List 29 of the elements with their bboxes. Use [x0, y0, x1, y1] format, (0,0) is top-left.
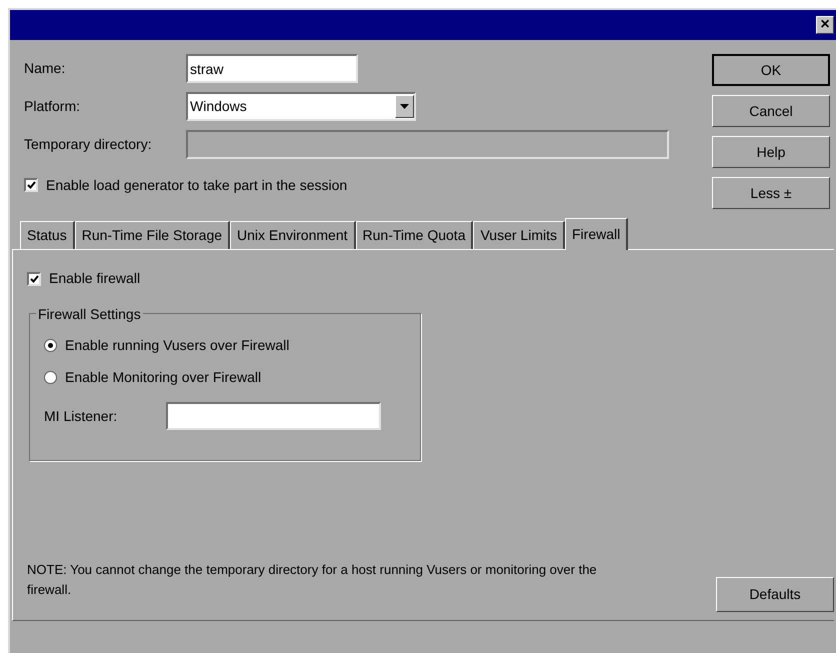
radio-button[interactable] — [44, 370, 57, 384]
dialog-button[interactable]: Cancel — [712, 95, 830, 127]
radio-label: Enable Monitoring over Firewall — [65, 368, 262, 387]
note-text: NOTE: You cannot change the temporary directory for a host running Vusers or monitoring over the firewall. — [27, 561, 598, 599]
defaults-button[interactable]: Defaults — [716, 577, 834, 612]
dialog-button[interactable]: OK — [712, 54, 830, 86]
field-label: MI Listener: — [44, 406, 118, 426]
check-icon — [30, 274, 38, 282]
checkbox-label: Enable firewall — [49, 269, 140, 288]
dialog-button[interactable]: Less ± — [712, 177, 830, 209]
close-button[interactable]: × — [816, 16, 834, 34]
tab[interactable]: Status — [20, 221, 75, 249]
platform-dropdown[interactable]: Windows — [186, 92, 416, 121]
radio-label: Enable running Vusers over Firewall — [65, 336, 290, 355]
tab[interactable]: Firewall — [565, 218, 628, 250]
tab[interactable]: Run-Time File Storage — [74, 221, 230, 249]
name-field[interactable]: straw — [186, 54, 358, 83]
tab[interactable]: Unix Environment — [230, 221, 356, 249]
field-label: Name: — [24, 59, 66, 78]
checkbox[interactable] — [27, 272, 41, 286]
checkbox-label: Enable load generator to take part in the session — [46, 176, 348, 195]
mi-listener-field[interactable] — [166, 402, 381, 430]
dialog-button[interactable]: Help — [712, 136, 830, 168]
checkbox[interactable] — [24, 178, 38, 192]
field-label: Platform: — [24, 97, 82, 116]
tab[interactable]: Run-Time Quota — [356, 221, 474, 249]
check-icon — [26, 181, 36, 189]
radio-button[interactable] — [44, 338, 57, 352]
field-label: Temporary directory: — [24, 135, 153, 154]
